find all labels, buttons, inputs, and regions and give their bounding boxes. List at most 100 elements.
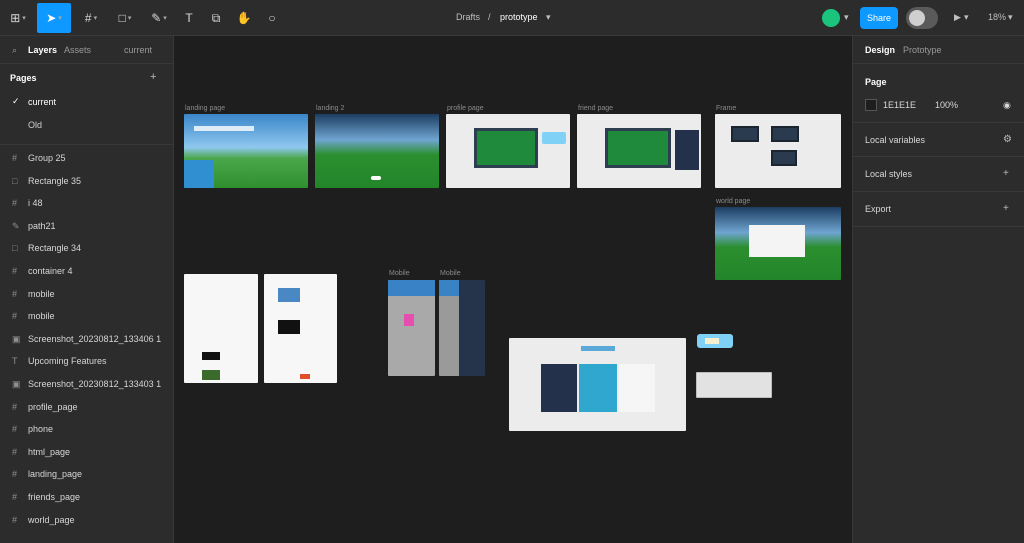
toggle-knob bbox=[909, 10, 925, 26]
tab-prototype[interactable]: Prototype bbox=[903, 45, 942, 55]
background-opacity-input[interactable]: 100% bbox=[935, 100, 958, 110]
divider bbox=[853, 226, 1024, 227]
layer-row[interactable]: # html_page bbox=[0, 442, 174, 464]
add-export-icon[interactable]: + bbox=[1003, 203, 1009, 214]
local-variables-section[interactable]: Local variables bbox=[865, 135, 925, 145]
layer-type-icon: ▣ bbox=[12, 379, 21, 389]
layer-row[interactable]: # friends_page bbox=[0, 487, 174, 509]
frame-label[interactable]: Mobile bbox=[389, 270, 410, 277]
layer-row[interactable]: # phone bbox=[0, 419, 174, 441]
landing-page-frame[interactable] bbox=[184, 114, 308, 188]
layer-row[interactable]: T Upcoming Features bbox=[0, 351, 174, 373]
layer-row[interactable]: # profile_page bbox=[0, 397, 174, 419]
landing-2-frame[interactable] bbox=[315, 114, 439, 188]
mobile-frame-4[interactable] bbox=[439, 280, 485, 376]
frame-label[interactable]: friend page bbox=[578, 105, 613, 112]
layer-type-icon: □ bbox=[12, 243, 18, 254]
component-box bbox=[771, 126, 799, 142]
layer-type-icon: # bbox=[12, 198, 18, 209]
frame-label[interactable]: world page bbox=[716, 198, 750, 205]
frame-icon: # bbox=[84, 11, 92, 25]
layer-row[interactable]: # Group 25 bbox=[0, 148, 174, 170]
layer-row[interactable]: □ Rectangle 34 bbox=[0, 238, 174, 260]
chevron-down-icon: ▾ bbox=[58, 15, 62, 22]
canvas[interactable]: landing page landing 2 profile page frie… bbox=[175, 36, 852, 543]
frame-label[interactable]: landing 2 bbox=[316, 105, 344, 112]
local-styles-section[interactable]: Local styles bbox=[865, 169, 912, 179]
component-input[interactable] bbox=[696, 372, 772, 398]
layer-row[interactable]: ▣ Screenshot_20230812_133403 1 bbox=[0, 374, 174, 396]
tab-layers[interactable]: Layers bbox=[28, 45, 57, 55]
resources-button[interactable]: ⧉ bbox=[204, 3, 228, 33]
layer-name: path21 bbox=[28, 220, 56, 231]
mobile-frame-1[interactable] bbox=[184, 274, 258, 383]
profile-page-frame[interactable] bbox=[446, 114, 570, 188]
chevron-down-icon[interactable]: ▾ bbox=[1008, 12, 1013, 24]
layer-row[interactable]: # landing_page bbox=[0, 464, 174, 486]
dev-mode-toggle[interactable] bbox=[906, 7, 938, 29]
layer-row[interactable]: # mobile bbox=[0, 306, 174, 328]
frame-label[interactable]: profile page bbox=[447, 105, 484, 112]
export-section[interactable]: Export bbox=[865, 204, 891, 214]
world-page-frame[interactable] bbox=[715, 207, 841, 280]
breadcrumb-file[interactable]: prototype bbox=[500, 12, 538, 24]
layer-type-icon: # bbox=[12, 153, 18, 163]
dialog-box bbox=[749, 225, 805, 257]
background-color-swatch[interactable] bbox=[865, 99, 877, 111]
add-style-icon[interactable]: + bbox=[1003, 168, 1009, 179]
layer-name: mobile bbox=[28, 288, 55, 299]
hand-tool-button[interactable]: ✋ bbox=[232, 3, 256, 33]
comment-tool-button[interactable]: ○ bbox=[260, 3, 284, 33]
layer-name: Rectangle 34 bbox=[28, 243, 82, 254]
page-item-old[interactable]: Old bbox=[28, 120, 42, 130]
layer-row[interactable]: # mobile bbox=[0, 284, 174, 306]
mobile-frame-2[interactable] bbox=[264, 274, 337, 383]
add-page-icon[interactable]: + bbox=[150, 71, 156, 83]
layer-row[interactable]: # world_page bbox=[0, 510, 174, 532]
eye-icon[interactable]: ◉ bbox=[1003, 100, 1011, 111]
chevron-down-icon[interactable]: ▾ bbox=[546, 12, 551, 24]
page-item-current[interactable]: current bbox=[28, 97, 56, 107]
frame-label[interactable]: Mobile bbox=[440, 270, 461, 277]
layer-row[interactable]: □ Rectangle 35 bbox=[0, 171, 174, 193]
current-page-selector[interactable]: current bbox=[124, 45, 152, 55]
layer-row[interactable]: # i 48 bbox=[0, 193, 174, 215]
layer-type-icon: ▣ bbox=[12, 333, 21, 344]
shape-tool-button[interactable]: □ ▾ bbox=[110, 3, 140, 33]
background-hex-input[interactable]: 1E1E1E bbox=[883, 100, 916, 110]
move-tool-button[interactable]: ➤ ▾ bbox=[37, 3, 71, 33]
component-button[interactable] bbox=[697, 334, 733, 348]
comment-icon: ○ bbox=[268, 11, 276, 25]
layer-row[interactable]: ▣ Screenshot_20230812_133406 1 bbox=[0, 329, 174, 351]
breadcrumb-project[interactable]: Drafts bbox=[456, 12, 480, 24]
layer-name: Screenshot_20230812_133403 1 bbox=[28, 379, 162, 389]
settings-icon[interactable]: ⚙ bbox=[1003, 134, 1012, 145]
tab-assets[interactable]: Assets bbox=[64, 45, 91, 55]
layer-name: landing_page bbox=[28, 469, 83, 480]
frame-tool-button[interactable]: # ▾ bbox=[76, 3, 106, 33]
frame-label[interactable]: landing page bbox=[185, 105, 225, 112]
button-text-shape bbox=[705, 338, 719, 344]
avatar[interactable] bbox=[822, 9, 840, 27]
layer-row[interactable]: # container 4 bbox=[0, 261, 174, 283]
chevron-down-icon[interactable]: ▾ bbox=[844, 12, 849, 24]
play-icon[interactable]: ▶ bbox=[954, 12, 961, 24]
layer-name: phone bbox=[28, 424, 54, 435]
frame-label[interactable]: Frame bbox=[716, 105, 736, 112]
layer-row[interactable]: ✎ path21 bbox=[0, 216, 174, 238]
tab-design[interactable]: Design bbox=[865, 45, 895, 55]
share-button[interactable]: Share bbox=[860, 7, 898, 29]
zoom-level[interactable]: 18% bbox=[988, 12, 1006, 24]
mobile-frame-3[interactable] bbox=[388, 280, 435, 376]
layer-name: Upcoming Features bbox=[28, 356, 107, 367]
text-tool-button[interactable]: T bbox=[178, 3, 200, 33]
frame-components[interactable] bbox=[715, 114, 841, 188]
search-icon[interactable]: ⌕ bbox=[12, 45, 17, 56]
friend-page-frame[interactable] bbox=[577, 114, 701, 188]
main-menu-button[interactable]: ⊞ ▾ bbox=[4, 3, 32, 33]
chevron-down-icon: ▾ bbox=[93, 15, 98, 22]
pen-tool-button[interactable]: ✎ ▾ bbox=[144, 3, 174, 33]
frame-image bbox=[202, 370, 220, 380]
upcoming-features-frame[interactable] bbox=[509, 338, 686, 431]
chevron-down-icon[interactable]: ▾ bbox=[964, 12, 969, 24]
